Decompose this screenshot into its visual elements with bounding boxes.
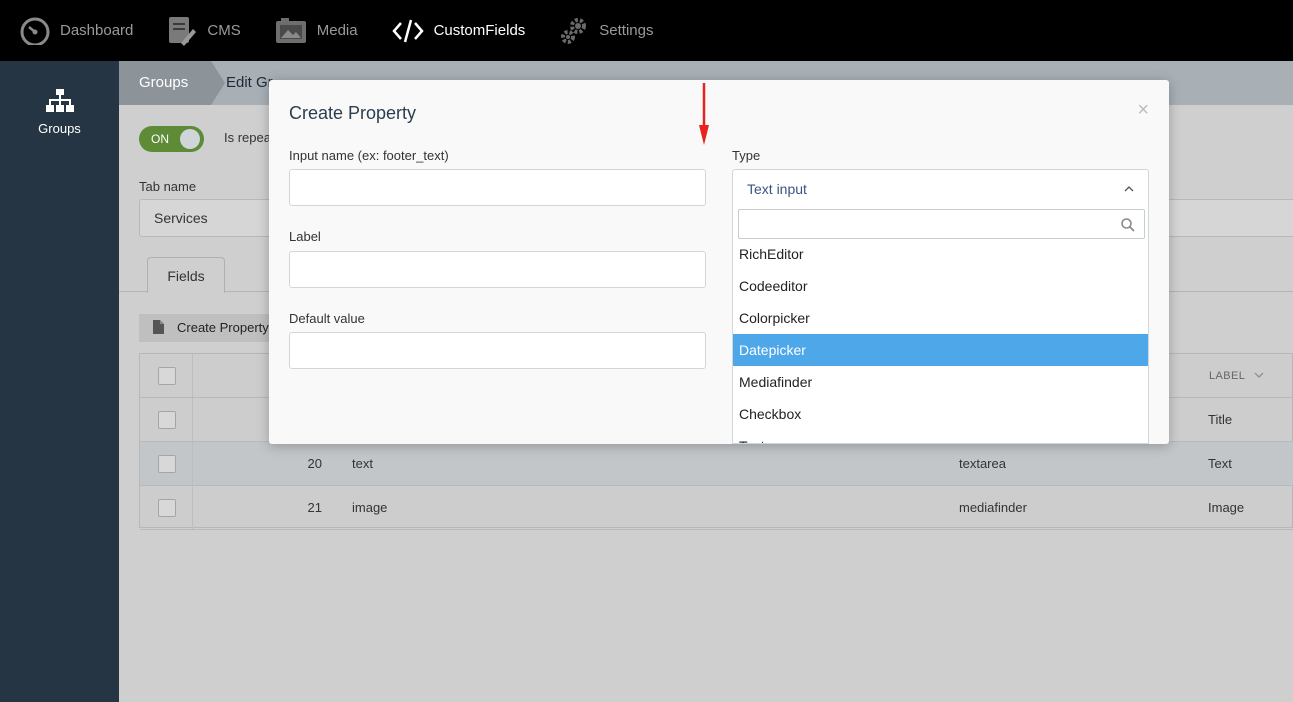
option-mediafinder[interactable]: Mediafinder	[733, 366, 1148, 398]
row-checkbox[interactable]	[158, 411, 176, 429]
search-icon	[1121, 218, 1135, 232]
toggle-label: ON	[151, 132, 169, 146]
input-name-field[interactable]	[289, 169, 706, 206]
code-icon	[391, 19, 424, 42]
option-colorpicker[interactable]: Colorpicker	[733, 302, 1148, 334]
column-header-label[interactable]: LABEL	[1209, 354, 1264, 398]
dropdown-options: RichEditor Codeeditor Colorpicker Datepi…	[733, 238, 1148, 443]
dropdown-search-input[interactable]	[738, 209, 1145, 239]
is-repeater-label: Is repea	[224, 130, 271, 145]
option-checkbox[interactable]: Checkbox	[733, 398, 1148, 430]
nav-label-customfields: CustomFields	[433, 22, 526, 39]
column-separator	[192, 398, 193, 441]
row-type: textarea	[959, 456, 1006, 471]
gear-icon	[561, 17, 587, 44]
nav-label-dashboard: Dashboard	[60, 22, 134, 39]
nav-label-cms: CMS	[207, 22, 241, 39]
nav-item-settings[interactable]: Settings	[559, 0, 654, 61]
nav-label-media: Media	[316, 22, 358, 39]
table-row[interactable]: 21 image mediafinder Image	[140, 486, 1293, 530]
sitemap-icon	[45, 89, 74, 112]
nav-item-media[interactable]: Media	[275, 0, 358, 61]
row-id: 20	[307, 456, 322, 471]
row-checkbox[interactable]	[158, 455, 176, 473]
tab-name-label: Tab name	[139, 179, 197, 194]
create-property-modal: Create Property × Input name (ex: footer…	[269, 80, 1169, 444]
row-label: Image	[1208, 500, 1245, 515]
type-select[interactable]: Text input	[732, 169, 1149, 207]
option-richeditor[interactable]: RichEditor	[733, 238, 1148, 270]
column-separator	[192, 442, 193, 485]
sidebar: Groups	[0, 61, 119, 702]
table-row[interactable]: 20 text textarea Text	[140, 442, 1293, 486]
breadcrumb-edit-group: Edit Gr	[226, 74, 273, 91]
row-type: mediafinder	[959, 500, 1027, 515]
column-separator	[192, 486, 193, 529]
column-header-label-text: LABEL	[1209, 370, 1245, 382]
type-dropdown: RichEditor Codeeditor Colorpicker Datepi…	[732, 207, 1149, 444]
nav-item-dashboard[interactable]: Dashboard	[20, 0, 133, 61]
option-codeeditor[interactable]: Codeeditor	[733, 270, 1148, 302]
toggle-knob	[180, 129, 200, 149]
tab-fields[interactable]: Fields	[147, 257, 225, 293]
option-datepicker[interactable]: Datepicker	[733, 334, 1148, 366]
file-icon	[153, 320, 164, 334]
input-name-label: Input name (ex: footer_text)	[289, 148, 449, 163]
row-label: Text	[1208, 456, 1232, 471]
type-label: Type	[732, 148, 761, 163]
row-label: Title	[1208, 412, 1233, 427]
create-property-label: Create Property	[177, 320, 269, 335]
breadcrumb-groups[interactable]: Groups	[119, 61, 225, 105]
nav-item-customfields[interactable]: CustomFields	[391, 0, 526, 61]
row-checkbox[interactable]	[158, 499, 176, 517]
row-id: 21	[307, 500, 322, 515]
chevron-up-icon	[1124, 186, 1134, 192]
create-property-button[interactable]: Create Property	[139, 314, 279, 342]
row-name: text	[352, 456, 373, 471]
type-select-value: Text input	[747, 181, 807, 197]
default-value-label: Default value	[289, 311, 365, 326]
top-nav: Dashboard CMS Media CustomFields Setting…	[0, 0, 1293, 61]
close-icon[interactable]: ×	[1137, 100, 1149, 120]
column-separator	[192, 354, 193, 397]
sidebar-item-groups[interactable]: Groups	[0, 89, 119, 136]
chevron-down-icon	[1254, 372, 1264, 378]
nav-label-settings: Settings	[599, 22, 654, 39]
option-text[interactable]: Text	[733, 430, 1148, 443]
label-field[interactable]	[289, 251, 706, 288]
select-all-checkbox[interactable]	[158, 367, 176, 385]
cms-icon	[169, 16, 197, 46]
sidebar-item-label: Groups	[38, 121, 81, 136]
nav-item-cms[interactable]: CMS	[167, 0, 241, 61]
row-name: image	[352, 500, 388, 515]
annotation-arrow-icon	[699, 83, 709, 145]
dashboard-icon	[20, 17, 50, 45]
default-value-field[interactable]	[289, 332, 706, 369]
media-icon	[275, 17, 306, 43]
label-label: Label	[289, 229, 321, 244]
repeat-toggle[interactable]: ON	[139, 126, 204, 152]
modal-title: Create Property	[289, 103, 417, 123]
